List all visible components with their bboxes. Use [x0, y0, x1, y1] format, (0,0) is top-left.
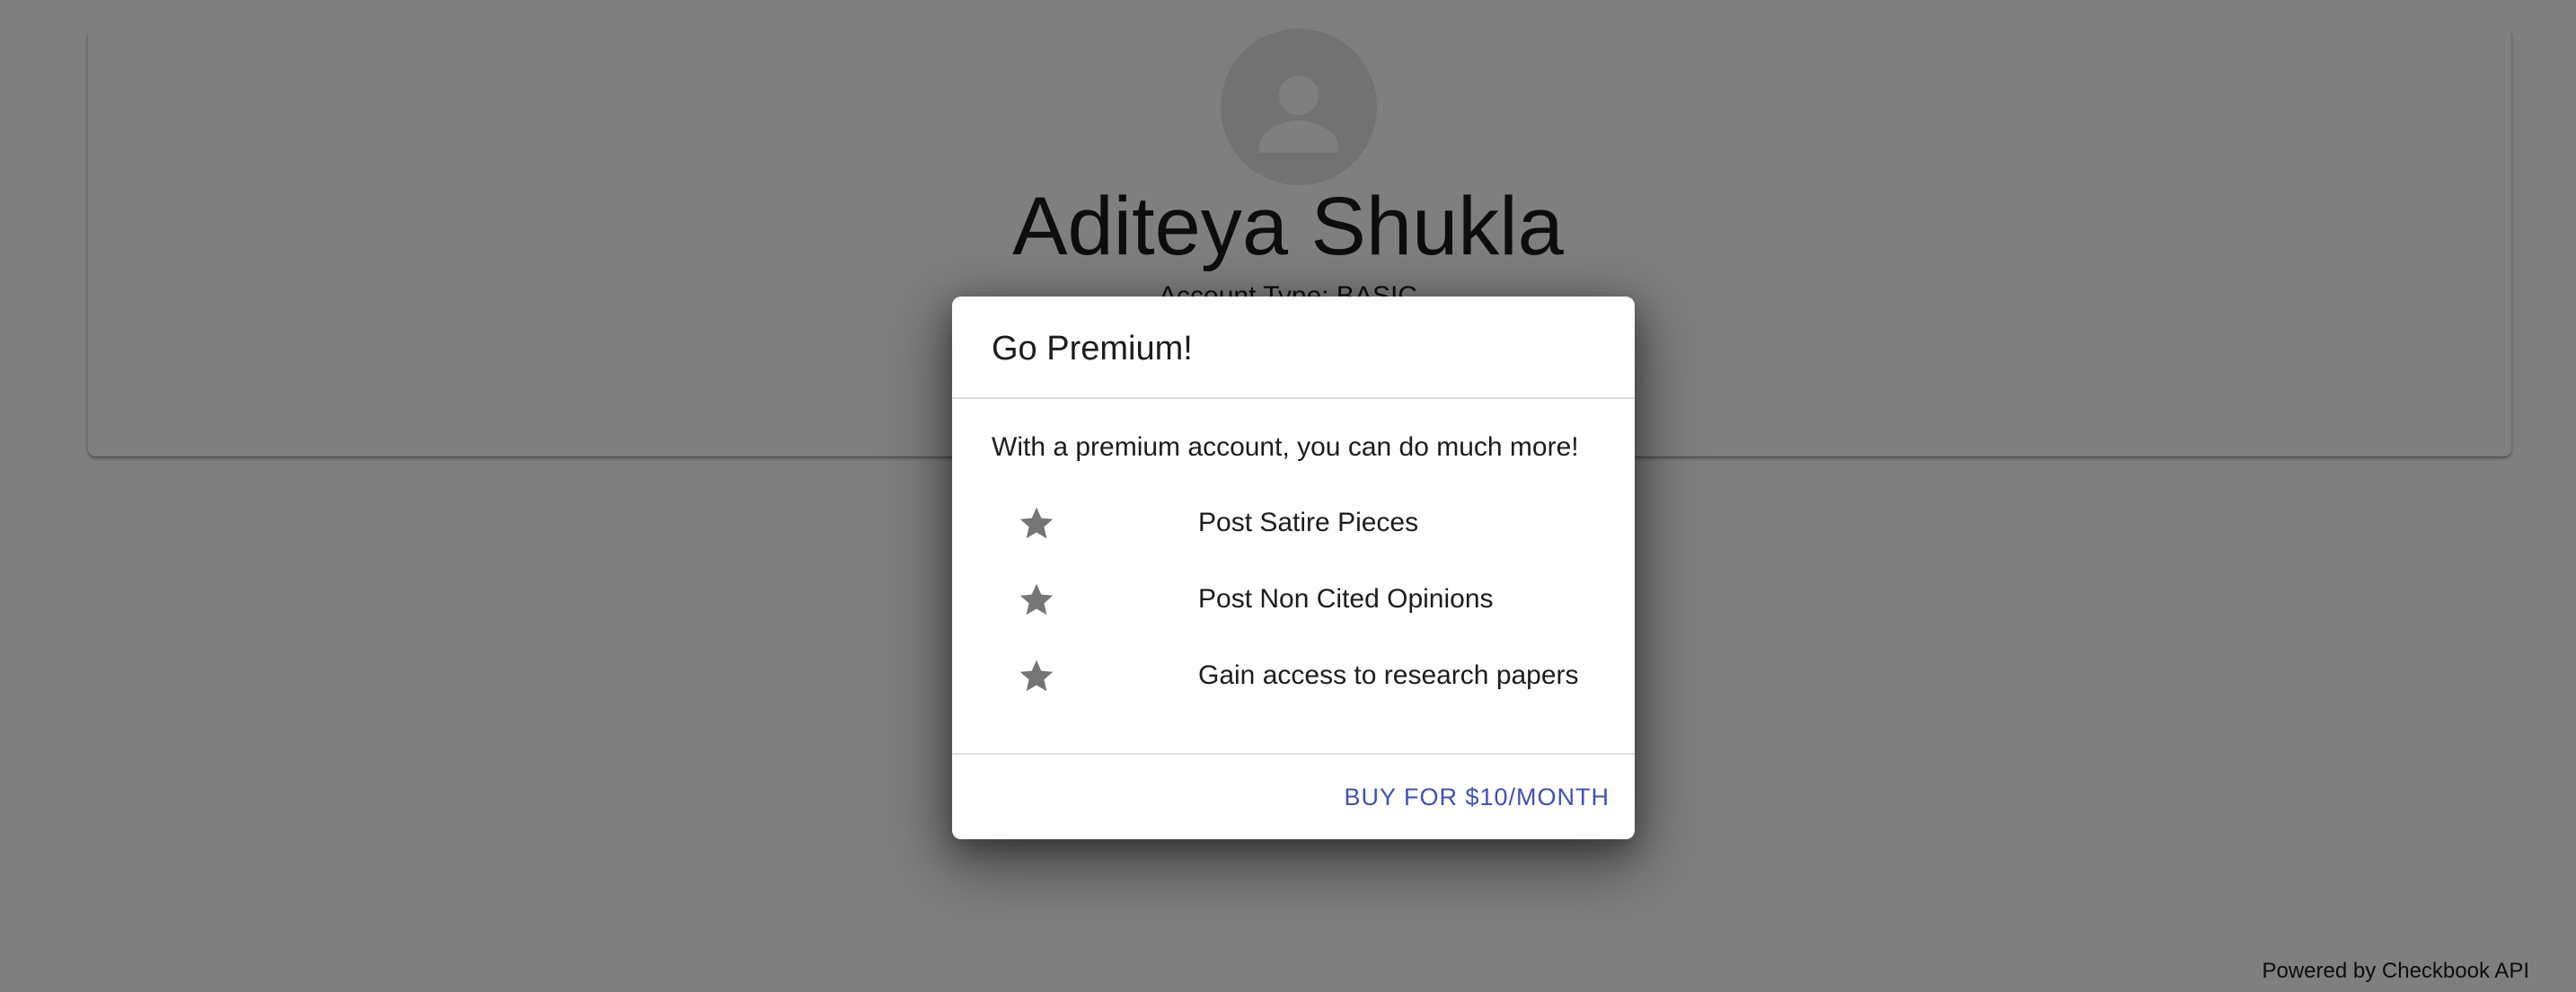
star-icon: [1017, 656, 1056, 695]
feature-item: Post Satire Pieces: [952, 496, 1635, 550]
app-page: Aditeya Shukla Account Type: BASIC Power…: [0, 0, 2576, 992]
feature-label: Post Satire Pieces: [1198, 508, 1419, 537]
dialog-intro-text: With a premium account, you can do much …: [992, 432, 1579, 462]
feature-label: Post Non Cited Opinions: [1198, 584, 1494, 614]
star-icon: [1017, 503, 1056, 543]
feature-item: Post Non Cited Opinions: [952, 572, 1635, 626]
feature-item: Gain access to research papers: [952, 649, 1635, 703]
dialog-actions: BUY FOR $10/MONTH: [952, 753, 1635, 839]
dialog-title: Go Premium!: [992, 330, 1193, 368]
buy-premium-button[interactable]: BUY FOR $10/MONTH: [1344, 775, 1610, 819]
premium-dialog: Go Premium! With a premium account, you …: [952, 297, 1635, 839]
star-icon: [1017, 580, 1056, 619]
feature-label: Gain access to research papers: [1198, 660, 1579, 690]
dialog-header: Go Premium!: [952, 297, 1635, 399]
